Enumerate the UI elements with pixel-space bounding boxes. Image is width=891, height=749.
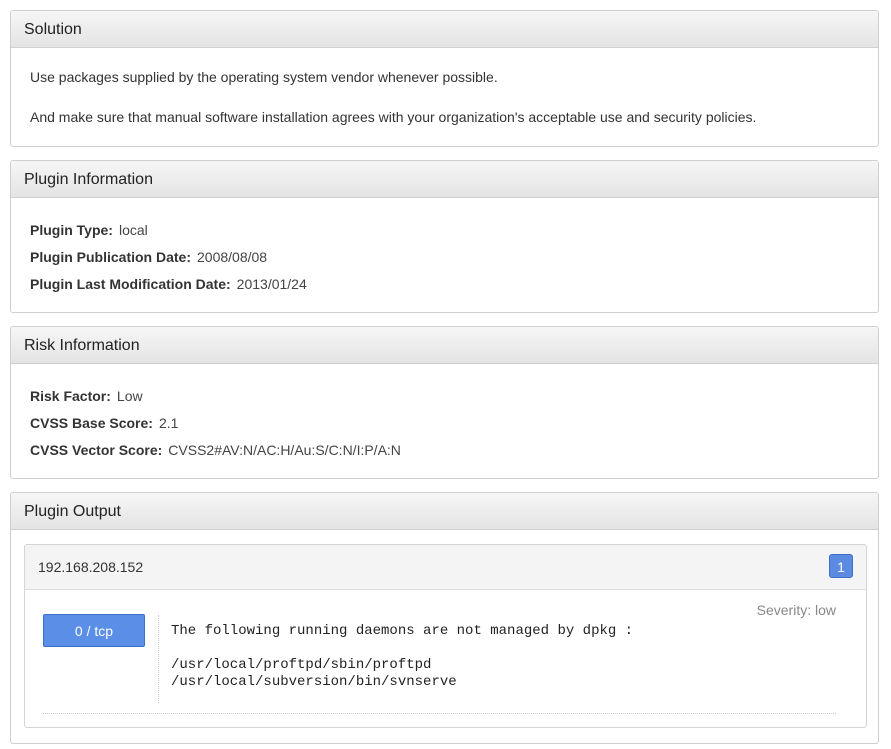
- host-ip: 192.168.208.152: [38, 559, 144, 575]
- plugin-modification-date-row: Plugin Last Modification Date: 2013/01/24: [30, 276, 307, 292]
- plugin-information-panel: Plugin Information Plugin Type: local Plu…: [10, 160, 879, 313]
- risk-factor-row: Risk Factor: Low: [30, 388, 143, 404]
- cvss-base-score-label: CVSS Base Score:: [30, 415, 153, 431]
- solution-panel: Solution Use packages supplied by the op…: [10, 10, 879, 147]
- risk-information-panel: Risk Information Risk Factor: Low CVSS Ba…: [10, 326, 879, 479]
- port-button[interactable]: 0 / tcp: [43, 614, 145, 647]
- cvss-vector-score-row: CVSS Vector Score: CVSS2#AV:N/AC:H/Au:S/C…: [30, 442, 401, 458]
- solution-text-line: Use packages supplied by the operating s…: [30, 69, 498, 85]
- output-bottom-divider: [43, 713, 836, 714]
- plugin-modification-date-label: Plugin Last Modification Date:: [30, 276, 231, 292]
- plugin-type-label: Plugin Type:: [30, 222, 113, 238]
- severity-label: Severity: low: [756, 602, 836, 618]
- plugin-publication-date-row: Plugin Publication Date: 2008/08/08: [30, 249, 267, 265]
- risk-information-title: Risk Information: [11, 327, 878, 364]
- plugin-type-row: Plugin Type: local: [30, 222, 148, 238]
- host-count-badge[interactable]: 1: [829, 554, 853, 578]
- host-header[interactable]: 192.168.208.152 1: [25, 545, 866, 590]
- solution-text-line: And make sure that manual software insta…: [30, 109, 757, 125]
- risk-factor-label: Risk Factor:: [30, 388, 111, 404]
- plugin-publication-date-label: Plugin Publication Date:: [30, 249, 192, 265]
- plugin-modification-date-value: 2013/01/24: [236, 276, 307, 292]
- cvss-vector-score-value: CVSS2#AV:N/AC:H/Au:S/C:N/I:P/A:N: [168, 442, 401, 458]
- plugin-output-panel: Plugin Output 192.168.208.152 1 0 / tcp …: [10, 492, 879, 744]
- cvss-base-score-value: 2.1: [158, 415, 179, 431]
- cvss-vector-score-label: CVSS Vector Score:: [30, 442, 163, 458]
- plugin-information-title: Plugin Information: [11, 161, 878, 198]
- host-output-box: 192.168.208.152 1 0 / tcp Severity: low …: [24, 544, 867, 728]
- output-divider: [158, 615, 160, 703]
- cvss-base-score-row: CVSS Base Score: 2.1: [30, 415, 178, 431]
- solution-panel-title: Solution: [11, 11, 878, 48]
- plugin-publication-date-value: 2008/08/08: [197, 249, 268, 265]
- plugin-output-title: Plugin Output: [11, 493, 878, 530]
- risk-factor-value: Low: [116, 388, 143, 404]
- plugin-type-value: local: [118, 222, 148, 238]
- plugin-output-text: The following running daemons are not ma…: [171, 623, 634, 690]
